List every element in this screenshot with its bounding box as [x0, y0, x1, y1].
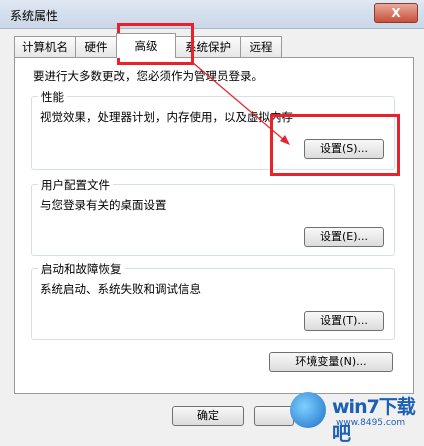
tab-advanced[interactable]: 高级: [116, 33, 176, 58]
watermark-url: www.8495.com: [336, 418, 406, 428]
windows-logo-icon: [290, 392, 326, 428]
annotation-arrow: [191, 61, 290, 145]
watermark-logo: win7下载吧 www.8495.com: [282, 388, 424, 445]
